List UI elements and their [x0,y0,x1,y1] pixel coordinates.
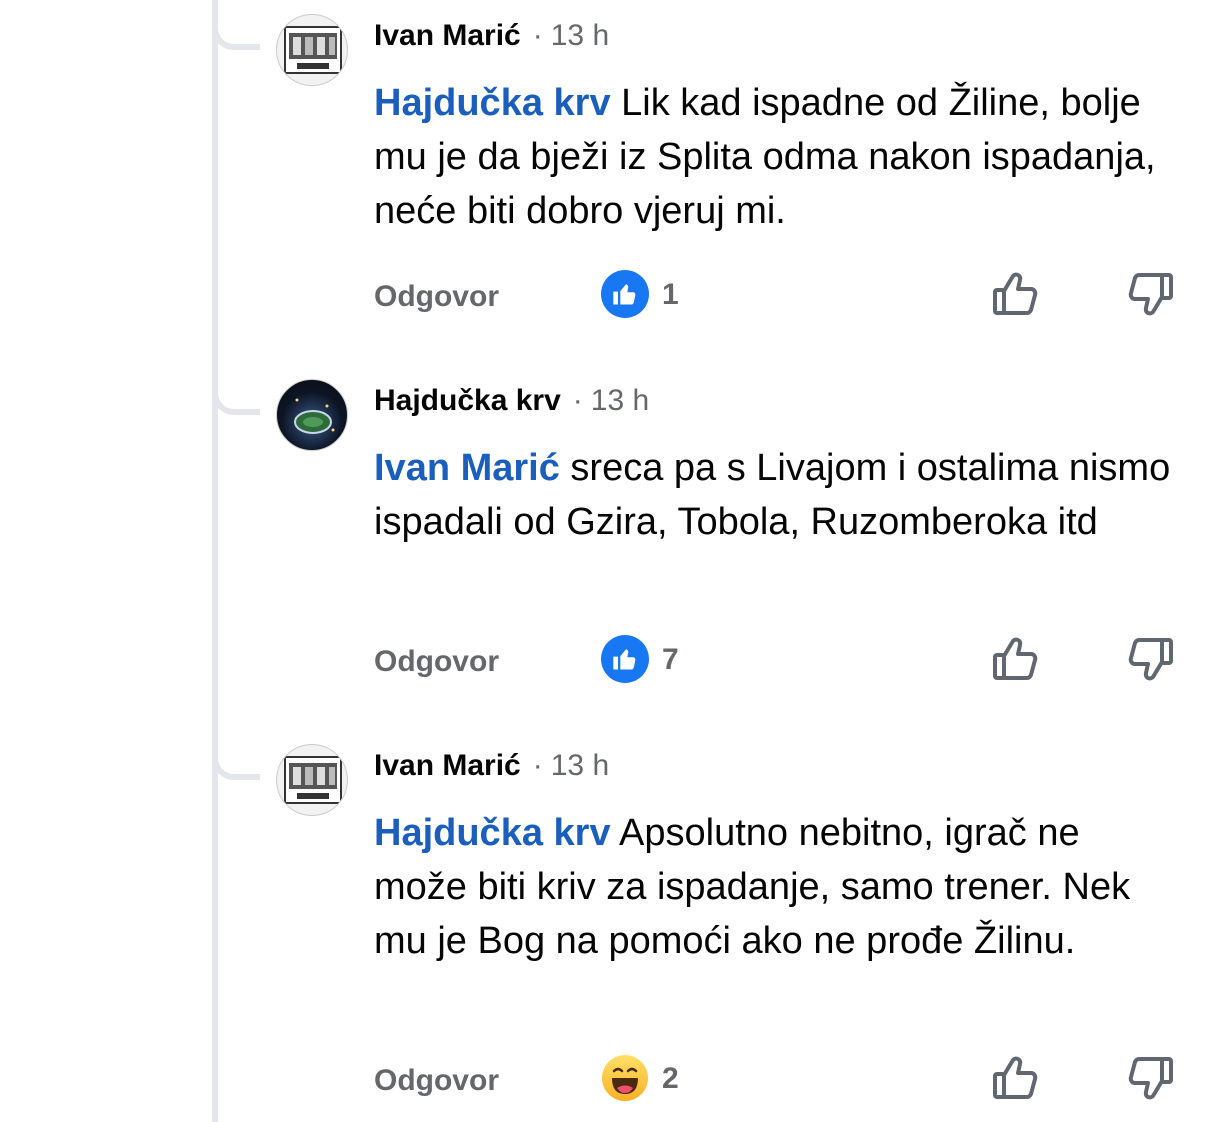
comment-actions: Odgovor 7 [0,633,1220,693]
reaction-count[interactable]: 2 [662,1062,679,1096]
mention-link[interactable]: Ivan Marić [374,447,560,489]
like-reaction-icon[interactable] [601,635,649,683]
thread-line [212,0,218,1122]
separator-dot: · [532,749,543,782]
timestamp[interactable]: 13 h [591,383,649,419]
reply-connector [212,375,260,415]
separator-dot: · [572,384,583,417]
author-name[interactable]: Ivan Marić [374,18,521,54]
timestamp[interactable]: 13 h [551,748,609,784]
author-name[interactable]: Ivan Marić [374,748,521,784]
reply-button[interactable]: Odgovor [374,645,499,679]
comment-text: Hajdučka krv Lik kad ispadne od Žiline, … [374,76,1174,238]
author-name[interactable]: Hajdučka krv [374,383,561,419]
timestamp[interactable]: 13 h [551,18,609,54]
avatar[interactable] [276,379,348,451]
like-reaction-icon[interactable] [601,270,649,318]
thumbs-up-icon[interactable] [990,268,1042,320]
avatar[interactable] [276,744,348,816]
avatar[interactable] [276,14,348,86]
thumbs-down-icon[interactable] [1124,633,1176,685]
haha-reaction-icon[interactable] [601,1054,649,1102]
thumbs-up-icon[interactable] [990,1052,1042,1104]
comment-actions: Odgovor 1 [0,268,1220,328]
reaction-count[interactable]: 7 [662,643,679,677]
reply-connector [212,10,260,50]
comment-text: Hajdučka krv Apsolutno nebitno, igrač ne… [374,806,1174,968]
separator-dot: · [532,19,543,52]
reply-button[interactable]: Odgovor [374,1064,499,1098]
comment-actions: Odgovor 2 [0,1052,1220,1112]
reaction-count[interactable]: 1 [662,278,679,312]
mention-link[interactable]: Hajdučka krv [374,812,611,854]
thumbs-up-icon[interactable] [990,633,1042,685]
mention-link[interactable]: Hajdučka krv [374,82,611,124]
comment-text: Ivan Marić sreca pa s Livajom i ostalima… [374,441,1174,549]
thumbs-down-icon[interactable] [1124,1052,1176,1104]
reply-button[interactable]: Odgovor [374,280,499,314]
thumbs-down-icon[interactable] [1124,268,1176,320]
reply-connector [212,740,260,780]
